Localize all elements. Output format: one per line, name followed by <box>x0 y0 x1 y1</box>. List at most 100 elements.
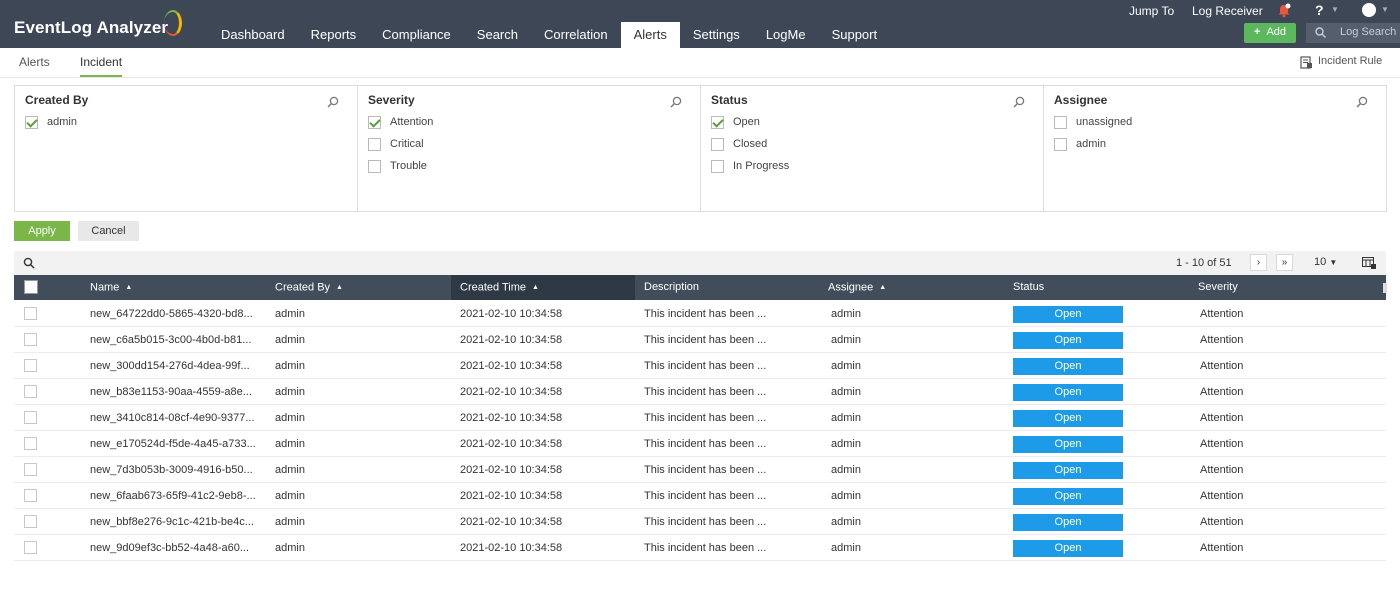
cell-description: This incident has been ... <box>644 412 767 424</box>
tab-alerts[interactable]: Alerts <box>19 55 50 69</box>
column-header-assignee[interactable]: Assignee ▲ <box>828 275 886 300</box>
checkbox[interactable] <box>25 115 38 129</box>
table-row[interactable]: new_3410c814-08cf-4e90-9377... admin 2021-… <box>14 405 1386 431</box>
cell-name[interactable]: new_3410c814-08cf-4e90-9377... <box>90 405 255 431</box>
checkbox[interactable] <box>1054 115 1067 129</box>
last-page-button[interactable]: » <box>1276 254 1293 271</box>
select-all-checkbox[interactable] <box>24 280 38 294</box>
row-checkbox[interactable] <box>24 541 37 554</box>
column-header-description[interactable]: Description <box>644 275 699 300</box>
tab-incident[interactable]: Incident <box>80 55 123 77</box>
checkbox[interactable] <box>1054 137 1067 151</box>
help-icon[interactable]: ? <box>1315 2 1324 18</box>
nav-item-compliance[interactable]: Compliance <box>369 22 464 48</box>
checkbox[interactable] <box>368 159 381 173</box>
cell-name[interactable]: new_c6a5b015-3c00-4b0d-b81... <box>90 327 251 353</box>
status-badge[interactable]: Open <box>1013 384 1123 401</box>
cell-name[interactable]: new_64722dd0-5865-4320-bd8... <box>90 301 253 327</box>
table-row[interactable]: new_e170524d-f5de-4a45-a733... admin 2021-… <box>14 431 1386 457</box>
checkbox[interactable] <box>368 137 381 151</box>
nav-item-alerts[interactable]: Alerts <box>620 22 680 48</box>
cell-name[interactable]: new_bbf8e276-9c1c-421b-be4c... <box>90 509 254 535</box>
search-icon[interactable] <box>1356 96 1368 108</box>
search-icon[interactable] <box>23 257 35 269</box>
add-button[interactable]: + Add <box>1244 23 1296 43</box>
nav-item-correlation[interactable]: Correlation <box>531 22 621 48</box>
nav-item-settings[interactable]: Settings <box>680 22 753 48</box>
cell-name[interactable]: new_7d3b053b-3009-4916-b50... <box>90 457 253 483</box>
checkbox[interactable] <box>711 137 724 151</box>
row-checkbox[interactable] <box>24 307 37 320</box>
user-caret-icon[interactable]: ▼ <box>1381 5 1389 14</box>
filter-option[interactable]: admin <box>25 115 347 129</box>
table-row[interactable]: new_b83e1153-90aa-4559-a8e... admin 2021-0… <box>14 379 1386 405</box>
status-badge[interactable]: Open <box>1013 514 1123 531</box>
table-row[interactable]: new_6faab673-65f9-41c2-9eb8-... admin 2021… <box>14 483 1386 509</box>
incident-rule-link[interactable]: Incident Rule <box>1300 55 1382 67</box>
column-header-severity[interactable]: Severity <box>1198 275 1238 300</box>
filter-option[interactable]: In Progress <box>711 159 1033 173</box>
status-badge[interactable]: Open <box>1013 410 1123 427</box>
apply-button[interactable]: Apply <box>14 221 70 241</box>
column-chooser-icon[interactable] <box>1362 257 1376 269</box>
table-row[interactable]: new_bbf8e276-9c1c-421b-be4c... admin 2021-… <box>14 509 1386 535</box>
row-checkbox[interactable] <box>24 359 37 372</box>
row-checkbox[interactable] <box>24 385 37 398</box>
nav-item-logme[interactable]: LogMe <box>753 22 819 48</box>
row-checkbox[interactable] <box>24 333 37 346</box>
column-header-created-time[interactable]: Created Time ▲ <box>451 275 635 300</box>
status-badge[interactable]: Open <box>1013 540 1123 557</box>
status-badge[interactable]: Open <box>1013 306 1123 323</box>
filter-option[interactable]: Closed <box>711 137 1033 151</box>
cancel-button[interactable]: Cancel <box>78 221 139 241</box>
filter-option[interactable]: unassigned <box>1054 115 1376 129</box>
filter-option[interactable]: Attention <box>368 115 690 129</box>
search-icon[interactable] <box>327 96 339 108</box>
status-badge[interactable]: Open <box>1013 332 1123 349</box>
table-row[interactable]: new_300dd154-276d-4dea-99f... admin 2021-0… <box>14 353 1386 379</box>
status-badge[interactable]: Open <box>1013 436 1123 453</box>
nav-item-dashboard[interactable]: Dashboard <box>208 22 298 48</box>
nav-item-search[interactable]: Search <box>464 22 531 48</box>
column-header-created-by[interactable]: Created By ▲ <box>275 275 343 300</box>
table-row[interactable]: new_64722dd0-5865-4320-bd8... admin 2021-0… <box>14 301 1386 327</box>
search-icon[interactable] <box>1013 96 1025 108</box>
cell-name[interactable]: new_6faab673-65f9-41c2-9eb8-... <box>90 483 256 509</box>
row-checkbox[interactable] <box>24 437 37 450</box>
table-row[interactable]: new_9d09ef3c-bb52-4a48-a60... admin 2021-0… <box>14 535 1386 561</box>
filter-option[interactable]: Trouble <box>368 159 690 173</box>
table-row[interactable]: new_7d3b053b-3009-4916-b50... admin 2021-0… <box>14 457 1386 483</box>
notification-bell-icon[interactable] <box>1277 3 1291 18</box>
checkbox[interactable] <box>711 159 724 173</box>
table-row[interactable]: new_c6a5b015-3c00-4b0d-b81... admin 2021-0… <box>14 327 1386 353</box>
row-checkbox[interactable] <box>24 489 37 502</box>
filter-option[interactable]: Open <box>711 115 1033 129</box>
filter-option[interactable]: Critical <box>368 137 690 151</box>
jump-to-link[interactable]: Jump To <box>1129 4 1174 18</box>
checkbox[interactable] <box>368 115 381 129</box>
cell-name[interactable]: new_9d09ef3c-bb52-4a48-a60... <box>90 535 249 561</box>
status-badge[interactable]: Open <box>1013 358 1123 375</box>
cell-description: This incident has been ... <box>644 516 767 528</box>
cell-name[interactable]: new_b83e1153-90aa-4559-a8e... <box>90 379 252 405</box>
user-avatar-icon[interactable] <box>1362 3 1376 17</box>
cell-name[interactable]: new_300dd154-276d-4dea-99f... <box>90 353 250 379</box>
status-badge[interactable]: Open <box>1013 488 1123 505</box>
row-checkbox[interactable] <box>24 411 37 424</box>
help-caret-icon[interactable]: ▼ <box>1331 5 1339 14</box>
status-badge[interactable]: Open <box>1013 462 1123 479</box>
log-receiver-link[interactable]: Log Receiver <box>1192 4 1263 18</box>
nav-item-reports[interactable]: Reports <box>298 22 370 48</box>
nav-item-support[interactable]: Support <box>819 22 891 48</box>
checkbox[interactable] <box>711 115 724 129</box>
column-header-status[interactable]: Status <box>1013 275 1044 300</box>
row-checkbox[interactable] <box>24 515 37 528</box>
row-checkbox[interactable] <box>24 463 37 476</box>
cell-name[interactable]: new_e170524d-f5de-4a45-a733... <box>90 431 256 457</box>
column-header-name[interactable]: Name ▲ <box>90 275 132 300</box>
per-page-select[interactable]: 10 ▼ <box>1314 256 1337 268</box>
app-logo[interactable]: EventLog Analyzer <box>14 18 168 38</box>
next-page-button[interactable]: › <box>1250 254 1267 271</box>
search-icon[interactable] <box>670 96 682 108</box>
filter-option[interactable]: admin <box>1054 137 1376 151</box>
